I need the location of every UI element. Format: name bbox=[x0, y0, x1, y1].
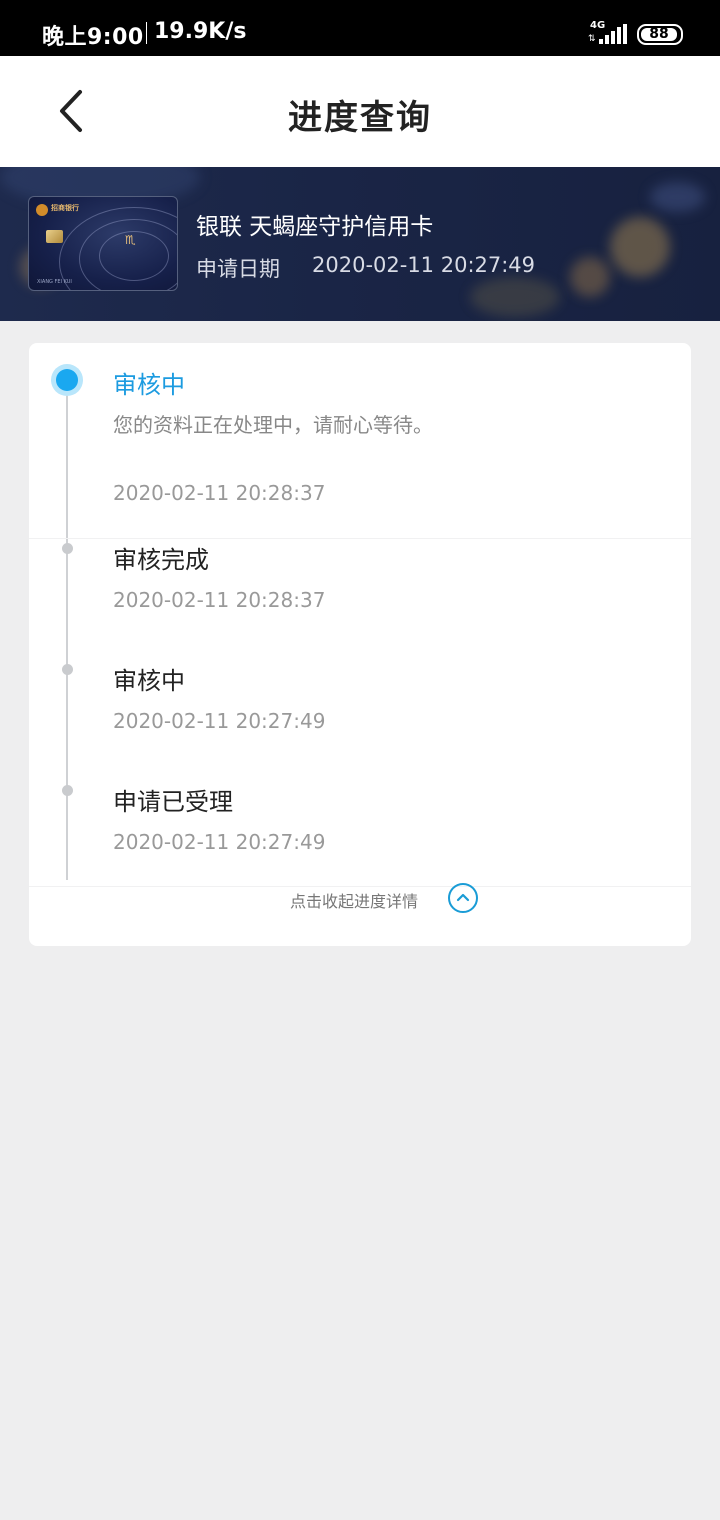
step-time: 2020-02-11 20:27:49 bbox=[113, 709, 326, 733]
step-title: 申请已受理 bbox=[113, 788, 233, 816]
status-time: 晚上9:00 bbox=[42, 25, 144, 50]
apply-date-value: 2020-02-11 20:27:49 bbox=[312, 253, 536, 277]
divider bbox=[29, 538, 691, 539]
bokeh-light bbox=[650, 182, 705, 212]
timeline-line bbox=[66, 395, 68, 880]
collapse-label: 点击收起进度详情 bbox=[290, 892, 419, 911]
card-banner: 招商银行 ♏ XIANG FEI KUI 银联 天蝎座守护信用卡 申请日期 20… bbox=[0, 167, 720, 321]
step-dot bbox=[62, 543, 73, 554]
step-title: 审核中 bbox=[113, 371, 185, 399]
step-description: 您的资料正在处理中，请耐心等待。 bbox=[113, 413, 433, 437]
credit-card-image: 招商银行 ♏ XIANG FEI KUI bbox=[28, 196, 178, 291]
card-name: 银联 天蝎座守护信用卡 bbox=[196, 214, 434, 240]
step-dot bbox=[62, 664, 73, 675]
bokeh-light bbox=[570, 257, 610, 297]
step-time: 2020-02-11 20:28:37 bbox=[113, 481, 326, 505]
network-speed: 19.9K/s bbox=[154, 19, 247, 44]
signal-icon bbox=[599, 24, 627, 44]
apply-date-label: 申请日期 bbox=[196, 257, 280, 281]
page-title: 进度查询 bbox=[288, 98, 432, 138]
bank-logo-icon bbox=[36, 204, 48, 216]
status-bar: 晚上9:00 19.9K/s 4G ⇅ 88 bbox=[0, 0, 720, 56]
scorpio-icon: ♏ bbox=[125, 233, 136, 247]
collapse-details-button[interactable]: 点击收起进度详情 bbox=[29, 883, 691, 923]
app-header: 进度查询 bbox=[0, 56, 720, 167]
status-separator bbox=[146, 22, 147, 44]
step-dot bbox=[62, 785, 73, 796]
step-time: 2020-02-11 20:27:49 bbox=[113, 830, 326, 854]
card-chip-icon bbox=[46, 230, 63, 243]
chevron-up-icon[interactable] bbox=[448, 883, 478, 913]
progress-panel: 审核中 您的资料正在处理中，请耐心等待。 2020-02-11 20:28:37… bbox=[29, 343, 691, 946]
step-title: 审核完成 bbox=[113, 546, 209, 574]
step-title: 审核中 bbox=[113, 667, 185, 695]
card-bank-name: 招商银行 bbox=[51, 204, 79, 212]
bokeh-light bbox=[610, 217, 670, 277]
card-holder-name: XIANG FEI KUI bbox=[37, 279, 72, 285]
battery-level: 88 bbox=[641, 27, 677, 41]
step-time: 2020-02-11 20:28:37 bbox=[113, 588, 326, 612]
active-step-dot bbox=[51, 364, 83, 396]
battery-icon: 88 bbox=[637, 24, 683, 45]
bokeh-light bbox=[470, 277, 560, 317]
data-arrows-icon: ⇅ bbox=[588, 34, 596, 44]
